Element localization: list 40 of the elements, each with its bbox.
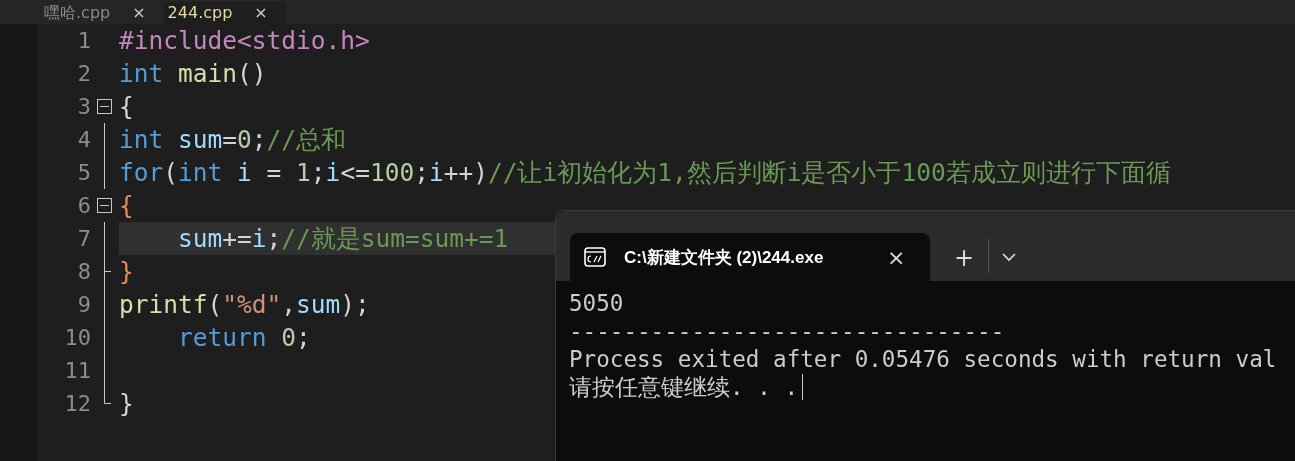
console-output: -------------------------------- [569, 317, 1005, 345]
code-line: { [119, 92, 134, 121]
console-output: 请按任意键继续. . . [569, 373, 798, 401]
line-number: 3 [76, 94, 92, 119]
editor-tab[interactable]: 244.cpp × [163, 2, 286, 24]
close-icon[interactable]: × [887, 244, 906, 270]
code-line: int main() [119, 59, 267, 88]
line-number: 6 [76, 193, 92, 218]
console-icon [584, 247, 606, 267]
code-line: } [119, 389, 134, 418]
close-icon[interactable]: × [254, 2, 268, 24]
code-line: for(int i = 1;i<=100;i++)//让i初始化为1,然后判断i是否小于100若成立则进行下面循 [119, 158, 1171, 187]
editor-tab[interactable]: 嘿哈.cpp × [40, 2, 164, 24]
line-number: 1 [76, 28, 92, 53]
collapse-icon[interactable] [97, 198, 112, 213]
text-cursor [802, 374, 803, 400]
line-number: 9 [76, 292, 92, 317]
line-number: 2 [76, 61, 92, 86]
line-number: 10 [63, 325, 92, 350]
code-line: sum+=i;//就是sum=sum+=1 [177, 224, 509, 253]
terminal-tab[interactable]: C:\新建文件夹 (2)\244.exe × [570, 233, 930, 281]
line-number: 4 [76, 127, 92, 152]
close-icon[interactable]: × [132, 2, 146, 24]
tab-title: C:\新建文件夹 (2)\244.exe [624, 246, 825, 269]
line-number: 7 [76, 226, 92, 251]
chevron-down-icon[interactable] [1001, 252, 1018, 262]
code-line: printf("%d",sum); [119, 290, 370, 319]
code-line: } [119, 257, 134, 286]
code-line: int sum=0;//总和 [119, 125, 347, 154]
console-output: Process exited after 0.05476 seconds with return val [569, 345, 1277, 373]
line-number: 8 [76, 259, 92, 284]
line-number: 12 [63, 391, 92, 416]
line-number: 11 [63, 358, 92, 383]
collapse-icon[interactable] [97, 99, 112, 114]
code-line: return 0; [177, 323, 311, 352]
line-number: 5 [76, 160, 92, 185]
code-line: #include<stdio.h> [119, 26, 370, 55]
console-output: 5050 [569, 289, 624, 317]
code-line: { [119, 191, 134, 220]
new-tab-button[interactable]: + [954, 246, 975, 270]
